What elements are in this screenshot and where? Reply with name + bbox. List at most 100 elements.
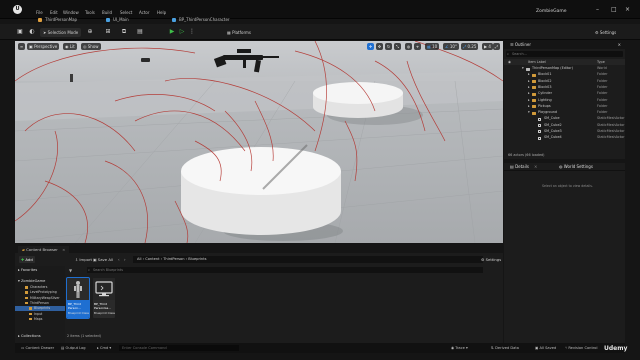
tab-details[interactable]: ▤ Details: [510, 164, 529, 169]
menu-build[interactable]: Build: [102, 10, 112, 15]
outliner-row[interactable]: ▾ ThirdPersonMap (Editor) World: [504, 66, 625, 72]
asset-tile-bp-thirdpersongamemode[interactable]: BP_Third PersonGa... Blueprint Class: [93, 278, 115, 318]
outliner-row[interactable]: ▸ Block02 Folder: [504, 79, 625, 85]
save-all-button[interactable]: ▣ Save All: [91, 256, 115, 263]
project-root-section[interactable]: ▾ ZombieGame: [18, 279, 45, 283]
visibility-eye-icon[interactable]: ◉: [508, 59, 511, 65]
rotate-icon[interactable]: ↻: [385, 43, 392, 50]
folder-tree-item[interactable]: Characters: [15, 285, 65, 290]
select-mode-icon[interactable]: ✛: [367, 43, 374, 50]
folder-tree-item[interactable]: MilitaryWeapSilver: [15, 296, 65, 301]
tab-content-browser[interactable]: ▰ Content Browser ×: [18, 246, 70, 253]
close-icon[interactable]: ×: [625, 6, 630, 13]
folder-tree-item[interactable]: ThirdPerson: [15, 301, 65, 306]
outliner-row[interactable]: SM_Cube3 StaticMeshActor: [504, 129, 625, 135]
outliner-row[interactable]: ▸ Pickups Folder: [504, 104, 625, 110]
outliner-row[interactable]: ▾ Playground Folder: [504, 110, 625, 116]
back-arrow-icon[interactable]: ‹: [118, 257, 120, 262]
play-icon[interactable]: ▶: [168, 28, 176, 36]
menu-select[interactable]: Select: [120, 10, 132, 15]
more-options-icon[interactable]: ⋮: [188, 28, 196, 36]
level-viewport[interactable]: ≡ ▣ Perspective ◉ Lit ◎ Show ✛ ✥ ↻ ⤡ ◍ ⌖…: [15, 41, 503, 243]
menu-edit[interactable]: Edit: [50, 10, 58, 15]
close-icon[interactable]: ×: [62, 247, 65, 252]
scale-icon[interactable]: ⤡: [394, 43, 401, 50]
tab-world-settings[interactable]: ◍ World Settings: [559, 163, 593, 171]
outliner-row[interactable]: SM_Cube2 StaticMeshActor: [504, 123, 625, 129]
column-type[interactable]: Type: [597, 59, 605, 65]
quick-add-icon[interactable]: ⊞: [104, 28, 112, 36]
content-drawer-button[interactable]: ▭ Content Drawer: [21, 345, 54, 351]
grid-snap-button[interactable]: ▦ 10: [425, 43, 440, 50]
content-search-input[interactable]: ⌕ Search Blueprints: [87, 267, 483, 273]
expand-arrow-icon[interactable]: ▸: [528, 79, 530, 85]
console-command-input[interactable]: Enter Console Command: [119, 345, 239, 351]
viewport-menu-icon[interactable]: ≡: [18, 43, 25, 50]
folder-tree-item[interactable]: LevelPrototyping: [15, 290, 65, 295]
settings-button[interactable]: ⚙ Settings: [592, 28, 619, 37]
camera-speed-button[interactable]: ▶ 4: [482, 43, 493, 50]
menu-tools[interactable]: Tools: [85, 10, 95, 15]
derived-data-button[interactable]: ⇅ Derived Data: [491, 345, 519, 351]
unreal-logo-icon[interactable]: U: [13, 5, 22, 14]
rotation-snap-button[interactable]: ∠ 10°: [443, 43, 459, 50]
outliner-row[interactable]: ▸ Cylinder Folder: [504, 91, 625, 97]
maximize-viewport-icon[interactable]: ⤢: [493, 43, 500, 50]
folder-tree-item[interactable]: Blueprints: [15, 306, 65, 311]
outliner-row[interactable]: ▸ Lighting Folder: [504, 98, 625, 104]
outliner-search-input[interactable]: ⌕ Search...: [506, 51, 623, 57]
folder-tree-item[interactable]: Maps: [15, 317, 65, 322]
platforms-button[interactable]: ▦ Platforms: [224, 28, 254, 37]
play-options-icon[interactable]: ▷: [178, 28, 186, 36]
outliner-row[interactable]: SM_Cube StaticMeshActor: [504, 116, 625, 122]
menu-help[interactable]: Help: [157, 10, 166, 15]
content-settings-button[interactable]: ⚙ Settings: [479, 256, 503, 263]
selection-mode-button[interactable]: ➤ Selection Mode: [40, 28, 82, 37]
cmd-dropdown[interactable]: ▸ Cmd ▾: [97, 345, 111, 351]
breadcrumb-content[interactable]: Content: [145, 257, 159, 261]
outliner-row[interactable]: SM_Cube4 StaticMeshActor: [504, 135, 625, 141]
minimize-icon[interactable]: –: [596, 6, 599, 13]
modes-icon[interactable]: ◐: [28, 28, 36, 36]
outliner-row[interactable]: ▸ Block01 Folder: [504, 72, 625, 78]
surface-snap-icon[interactable]: ⌖: [414, 43, 421, 50]
expand-arrow-icon[interactable]: ▸: [528, 98, 530, 104]
expand-arrow-icon[interactable]: ▸: [528, 104, 530, 110]
asset-tile-bp-thirdpersoncharacter[interactable]: BP_Third Person... Blueprint Class: [66, 277, 90, 319]
favorites-section[interactable]: ▸ Favorites: [18, 268, 37, 272]
revision-control-button[interactable]: ⑂ Revision Control: [565, 345, 597, 351]
outliner-row[interactable]: ▸ Block03 Folder: [504, 85, 625, 91]
expand-arrow-icon[interactable]: ▸: [528, 85, 530, 91]
trace-button[interactable]: ◉ Trace ▾: [451, 345, 468, 351]
save-icon[interactable]: ▣: [16, 28, 24, 36]
filter-icon[interactable]: ▼: [69, 268, 72, 273]
breadcrumb-thirdperson[interactable]: ThirdPerson: [163, 257, 184, 261]
all-saved-button[interactable]: ▣ All Saved: [535, 345, 556, 351]
breadcrumb-all[interactable]: All: [137, 257, 141, 261]
menu-window[interactable]: Window: [63, 10, 79, 15]
lit-button[interactable]: ◉ Lit: [63, 43, 77, 50]
output-log-button[interactable]: ▤ Output Log: [61, 345, 86, 351]
world-local-icon[interactable]: ◍: [405, 43, 412, 50]
forward-arrow-icon[interactable]: ›: [124, 257, 126, 262]
add-button[interactable]: ✚ Add: [19, 256, 35, 263]
menu-actor[interactable]: Actor: [139, 10, 150, 15]
breadcrumb-blueprints[interactable]: Blueprints: [188, 257, 206, 261]
close-icon[interactable]: ×: [618, 41, 621, 49]
folder-tree-item[interactable]: Input: [15, 312, 65, 317]
close-icon[interactable]: ×: [534, 163, 537, 171]
blueprints-icon[interactable]: ⧉: [120, 28, 128, 36]
move-icon[interactable]: ✥: [376, 43, 383, 50]
cinematics-icon[interactable]: ▤: [136, 28, 144, 36]
collections-section[interactable]: ▸ Collections: [18, 334, 41, 338]
expand-arrow-icon[interactable]: ▾: [528, 110, 530, 116]
column-item-label[interactable]: Item Label: [528, 59, 546, 65]
expand-arrow-icon[interactable]: ▸: [528, 91, 530, 97]
scale-snap-button[interactable]: ⤢ 0.25: [461, 43, 479, 50]
menu-file[interactable]: File: [36, 10, 43, 15]
expand-arrow-icon[interactable]: ▾: [522, 66, 524, 72]
show-button[interactable]: ◎ Show: [81, 43, 101, 50]
maximize-icon[interactable]: □: [611, 6, 617, 13]
perspective-button[interactable]: ▣ Perspective: [27, 43, 60, 50]
expand-arrow-icon[interactable]: ▸: [528, 72, 530, 78]
